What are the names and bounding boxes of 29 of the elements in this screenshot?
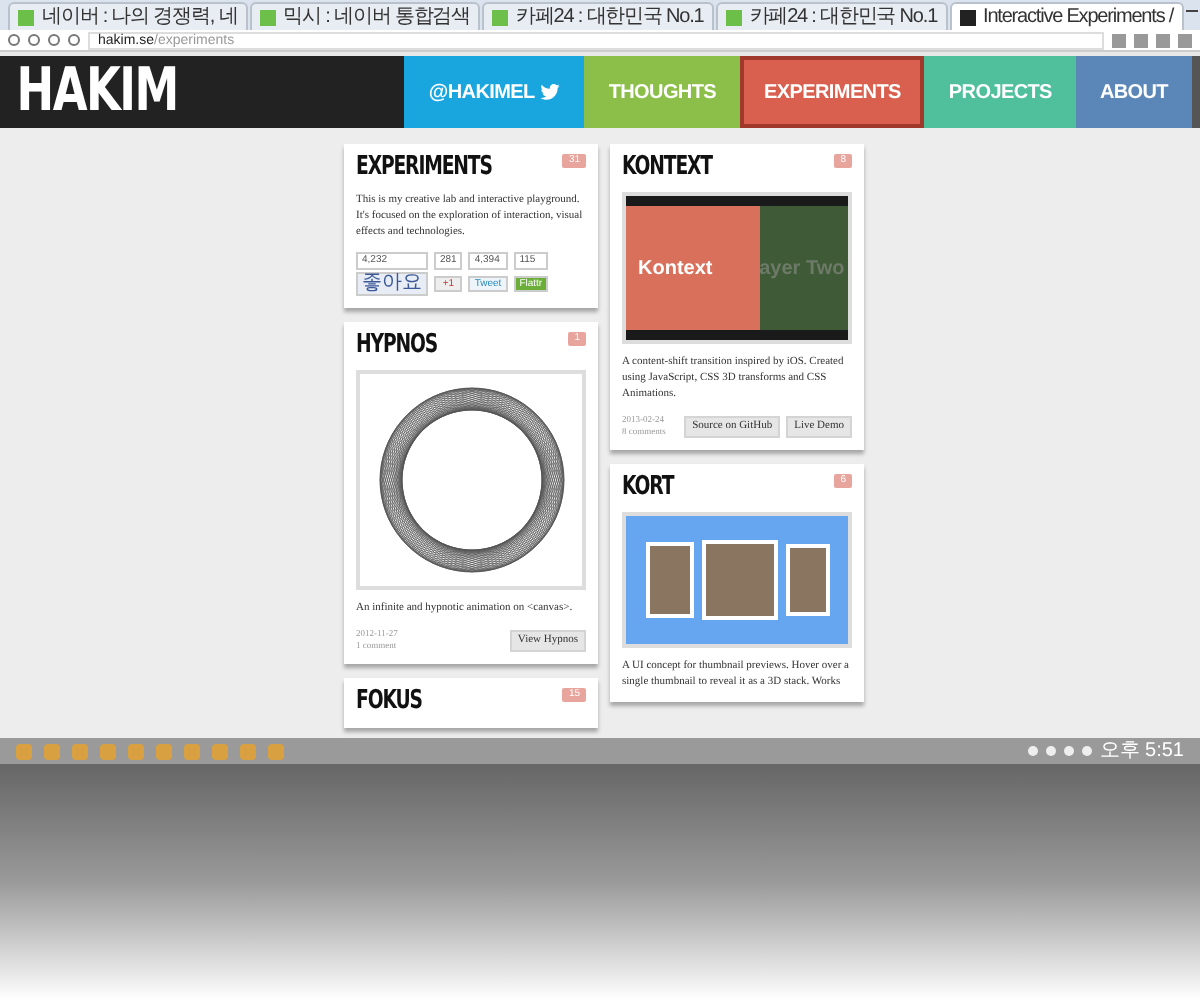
card-title: KONTEXT: [622, 154, 712, 182]
browser-tab[interactable]: 믹시 : 네이버 통합검색: [249, 2, 480, 30]
browser-tab[interactable]: 카페24 : 대한민국 No.1: [715, 2, 948, 30]
card-title: EXPERIMENTS: [356, 154, 492, 182]
site-logo[interactable]: HAKIM: [0, 56, 178, 128]
browser-tab[interactable]: Interactive Experiments /: [949, 2, 1184, 30]
scrollbar-icon: [1192, 56, 1200, 128]
share-button[interactable]: 좋아요: [356, 272, 428, 296]
nav-link[interactable]: EXPERIMENTS: [740, 56, 925, 128]
photo-placeholder: [785, 544, 829, 616]
favicon-icon: [492, 9, 508, 25]
favicon-icon: [959, 9, 976, 25]
taskbar-clock: 오후 5:51: [1099, 741, 1184, 761]
card-title: FOKUS: [356, 688, 422, 716]
nav-link[interactable]: THOUGHTS: [584, 56, 741, 128]
photo-placeholder: [645, 542, 693, 618]
photo-placeholder: [701, 540, 777, 620]
card-title: KORT: [622, 474, 674, 502]
panel-label: Kontext: [638, 255, 713, 283]
browser-tab[interactable]: 카페24 : 대한민국 No.1: [482, 2, 714, 30]
card-title: HYPNOS: [356, 332, 438, 360]
nav-link[interactable]: PROJECTS: [924, 56, 1076, 128]
favicon-icon: [725, 9, 742, 25]
favicon-icon: [18, 9, 34, 25]
nav-link[interactable]: @HAKIMEL: [404, 56, 585, 128]
minimize-icon[interactable]: [1185, 9, 1198, 11]
favicon-icon: [259, 9, 276, 25]
nav-link[interactable]: ABOUT: [1075, 56, 1192, 128]
browser-tab[interactable]: 네이버 : 나의 경쟁력, 네: [8, 2, 248, 30]
